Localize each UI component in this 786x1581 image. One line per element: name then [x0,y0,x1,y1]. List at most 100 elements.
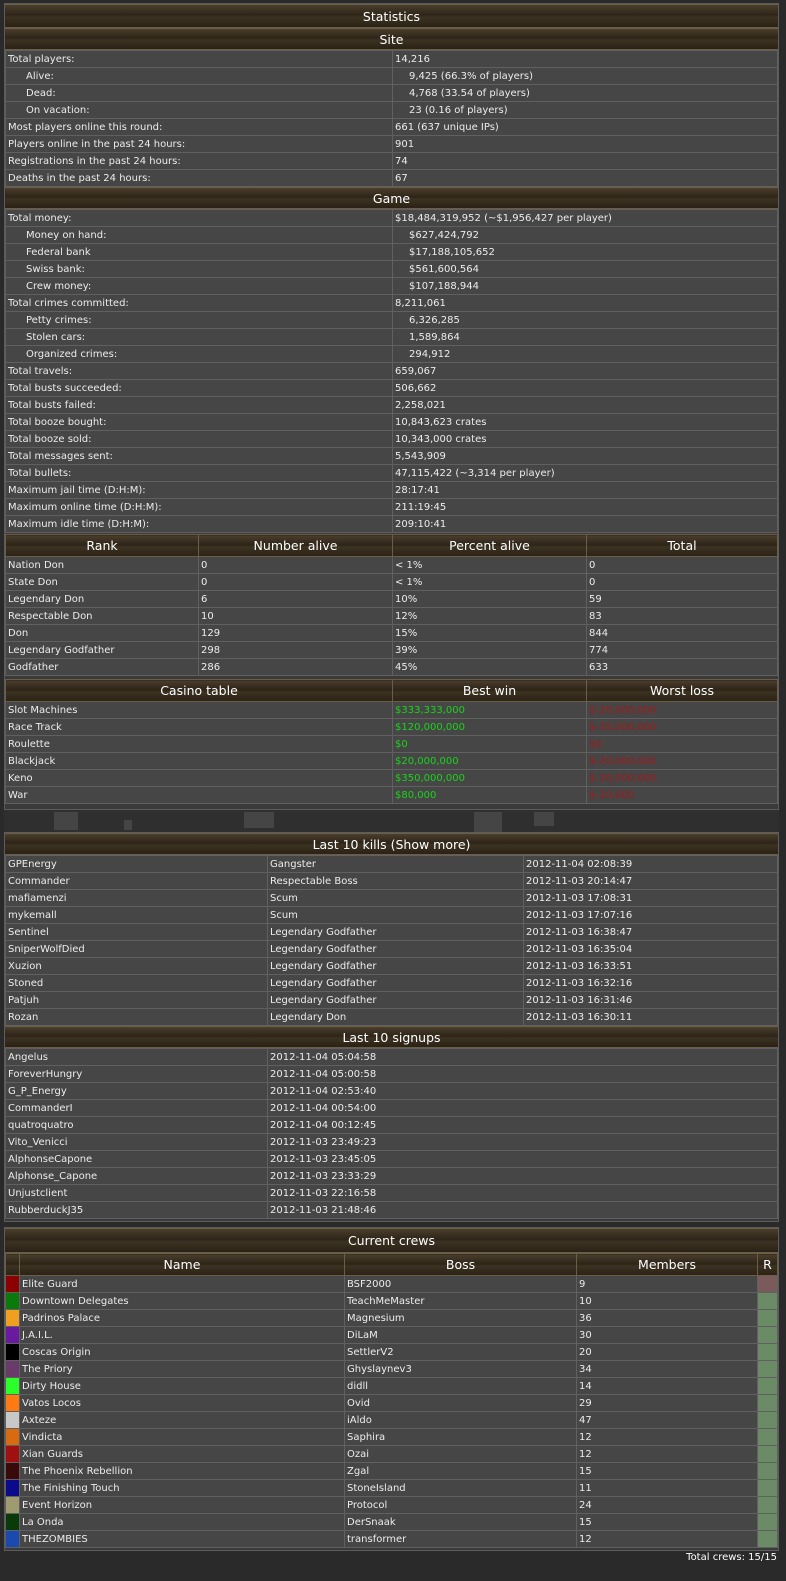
crew-row[interactable]: The Finishing Touch StoneIsland 11 [5,1479,778,1497]
casino-best-win: $350,000,000 [392,769,587,787]
crew-row[interactable]: Downtown Delegates TeachMeMaster 10 [5,1292,778,1310]
stat-row: Players online in the past 24 hours: 901 [5,135,778,153]
casino-best-win: $120,000,000 [392,718,587,736]
casino-worst-loss: $-20,000 [586,786,778,804]
crew-boss: SettlerV2 [344,1343,577,1361]
stat-row: Deaths in the past 24 hours: 67 [5,169,778,187]
crews-title: Current crews [5,1228,778,1253]
casino-best-win: $80,000 [392,786,587,804]
crew-members: 10 [576,1292,758,1310]
total-crews-footer: Total crews: 15/15 [686,1552,777,1563]
kill-victim: Rozan [5,1008,268,1026]
kill-row: GPEnergy Gangster 2012-11-04 02:08:39 [5,855,778,873]
stat-row: Total players: 14,216 [5,50,778,68]
crew-row[interactable]: Coscas Origin SettlerV2 20 [5,1343,778,1361]
crew-row[interactable]: J.A.I.L. DiLaM 30 [5,1326,778,1344]
stat-row: Maximum jail time (D:H:M): 28:17:41 [5,481,778,499]
stat-value: 23 (0.16 of players) [392,101,778,119]
stat-row: Maximum online time (D:H:M): 211:19:45 [5,498,778,516]
stat-value: 10,843,623 crates [392,413,778,431]
kill-victim: Xuzion [5,957,268,975]
crew-members: 30 [576,1326,758,1344]
kill-victim: SniperWolfDied [5,940,268,958]
crew-row[interactable]: The Phoenix Rebellion Zgal 15 [5,1462,778,1480]
crew-name: Vindicta [19,1428,345,1446]
crew-row[interactable]: The Priory Ghyslaynev3 34 [5,1360,778,1378]
crew-boss: DerSnaak [344,1513,577,1531]
crew-boss: Ghyslaynev3 [344,1360,577,1378]
skyline-divider [4,810,779,832]
kill-rank: Legendary Don [267,1008,524,1026]
stat-value: 67 [392,169,778,187]
crew-boss: StoneIsland [344,1479,577,1497]
kill-time: 2012-11-03 16:33:51 [523,957,778,975]
stat-label: Organized crimes: [5,345,393,363]
stat-value: 901 [392,135,778,153]
casino-row: Roulette $0 $0 [5,735,778,753]
stat-row: Total booze bought: 10,843,623 crates [5,413,778,431]
stat-row: Most players online this round: 661 (637 … [5,118,778,136]
kills-title-text[interactable]: Last 10 kills (Show more) [313,837,471,852]
stat-row: Total busts succeeded: 506,662 [5,379,778,397]
signup-name: Angelus [5,1048,268,1066]
stat-row: Total money: $18,484,319,952 (~$1,956,427… [5,209,778,227]
crew-name: Dirty House [19,1377,345,1395]
crew-row[interactable]: THEZOMBIES transformer 12 [5,1530,778,1548]
signups-table: Angelus 2012-11-04 05:04:58 ForeverHungry 2… [5,1048,778,1219]
crew-name: Axteze [19,1411,345,1429]
rank-row: Nation Don 0 < 1% 0 [5,556,778,574]
stat-label: Swiss bank: [5,260,393,278]
signup-name: G_P_Energy [5,1082,268,1100]
crew-row[interactable]: Vindicta Saphira 12 [5,1428,778,1446]
rank-cell: 12% [392,607,587,625]
kills-title[interactable]: Last 10 kills (Show more) [5,833,778,855]
stat-value: 506,662 [392,379,778,397]
rank-cell: 129 [198,624,393,642]
site-table: Total players: 14,216 Alive: 9,425 (66.3% o… [5,50,778,187]
stat-value: $627,424,792 [392,226,778,244]
kill-victim: Stoned [5,974,268,992]
kill-row: Stoned Legendary Godfather 2012-11-03 16:3… [5,974,778,992]
casino-game: War [5,786,393,804]
crew-row[interactable]: Dirty House didll 14 [5,1377,778,1395]
rank-row: State Don 0 < 1% 0 [5,573,778,591]
kill-time: 2012-11-03 16:38:47 [523,923,778,941]
stat-value: $107,188,944 [392,277,778,295]
kill-row: SniperWolfDied Legendary Godfather 2012-11… [5,940,778,958]
kill-time: 2012-11-03 17:08:31 [523,889,778,907]
crew-recruiting-indicator [757,1428,778,1446]
crew-row[interactable]: Padrinos Palace Magnesium 36 [5,1309,778,1327]
rank-cell: 10% [392,590,587,608]
game-header: Game [5,187,778,209]
rank-cell: < 1% [392,556,587,574]
kill-rank: Scum [267,906,524,924]
crew-color-swatch [5,1428,20,1446]
stat-row: Crew money: $107,188,944 [5,277,778,295]
signup-time: 2012-11-03 22:16:58 [267,1184,778,1202]
kill-time: 2012-11-03 17:07:16 [523,906,778,924]
crew-color-swatch [5,1394,20,1412]
crew-row[interactable]: Xian Guards Ozai 12 [5,1445,778,1463]
stat-row: Total busts failed: 2,258,021 [5,396,778,414]
crew-row[interactable]: Elite Guard BSF2000 9 [5,1275,778,1293]
signup-time: 2012-11-04 05:00:58 [267,1065,778,1083]
crew-row[interactable]: La Onda DerSnaak 15 [5,1513,778,1531]
kill-rank: Legendary Godfather [267,957,524,975]
stat-value: 294,912 [392,345,778,363]
statistics-panel: Statistics Site Total players: 14,216 Aliv… [4,3,779,810]
signup-name: Unjustclient [5,1184,268,1202]
rank-cell: 59 [586,590,778,608]
rank-cell: 45% [392,658,587,676]
casino-column-header: Casino table [5,679,393,702]
crew-row[interactable]: Event Horizon Protocol 24 [5,1496,778,1514]
stat-row: Petty crimes: 6,326,285 [5,311,778,329]
crew-members: 15 [576,1513,758,1531]
crew-recruiting-indicator [757,1377,778,1395]
crew-row[interactable]: Axteze iAldo 47 [5,1411,778,1429]
crew-members: 20 [576,1343,758,1361]
casino-column-header: Best win [392,679,587,702]
kills-panel: Last 10 kills (Show more) GPEnergy Gangst… [4,832,779,1222]
crew-row[interactable]: Vatos Locos Ovid 29 [5,1394,778,1412]
stat-label: Total messages sent: [5,447,393,465]
stat-row: Total travels: 659,067 [5,362,778,380]
